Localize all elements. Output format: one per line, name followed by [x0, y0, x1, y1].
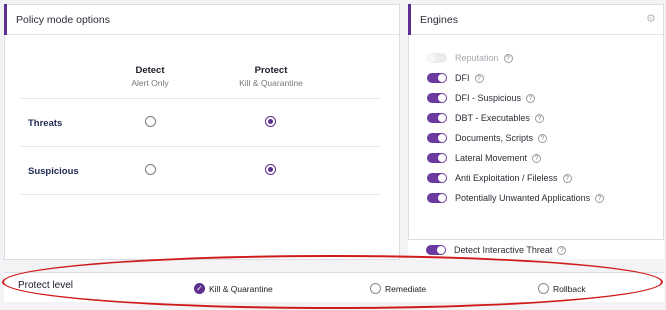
engine-label: Lateral Movement: [455, 153, 528, 163]
help-icon[interactable]: ?: [562, 173, 572, 183]
help-icon[interactable]: ?: [595, 193, 605, 203]
engine-label: Reputation: [455, 53, 499, 63]
help-icon[interactable]: ?: [474, 73, 484, 83]
row-divider: [21, 146, 381, 147]
check-icon: ✓: [194, 283, 205, 294]
protect-option-rollback[interactable]: Rollback: [538, 283, 586, 294]
column-header-detect: Detect Alert Only: [123, 65, 177, 89]
radio-empty-icon: [538, 283, 549, 294]
row-label-threats: Threats: [28, 118, 63, 129]
radio-empty-icon: [370, 283, 381, 294]
engine-item-dfi-suspicious: DFI - Suspicious ?: [427, 91, 536, 105]
engine-toggle[interactable]: [427, 153, 447, 163]
option-label: Kill & Quarantine: [209, 283, 273, 294]
engine-item-anti-exploitation: Anti Exploitation / Fileless ?: [427, 171, 572, 185]
engine-toggle[interactable]: [427, 173, 447, 183]
engines-panel: Engines ⚙ Reputation ? DFI ? DFI - Suspi…: [408, 4, 664, 256]
column-title: Detect: [135, 65, 165, 76]
engine-item-detect-interactive-threat: Detect Interactive Threat ?: [426, 243, 567, 257]
suspicious-detect-radio[interactable]: [145, 164, 156, 175]
policy-mode-panel: Policy mode options Detect Alert Only Pr…: [4, 4, 400, 260]
threats-protect-radio[interactable]: [265, 116, 276, 127]
protect-option-kill-quarantine[interactable]: ✓ Kill & Quarantine: [194, 283, 273, 294]
suspicious-protect-radio[interactable]: [265, 164, 276, 175]
engine-label: DFI - Suspicious: [455, 93, 522, 103]
engine-toggle[interactable]: [427, 73, 447, 83]
engine-item-dbt-executables: DBT - Executables ?: [427, 111, 544, 125]
help-icon[interactable]: ?: [532, 153, 542, 163]
engine-label: DBT - Executables: [455, 113, 530, 123]
engines-footer: Detect Interactive Threat ?: [408, 239, 664, 259]
help-icon[interactable]: ?: [557, 245, 567, 255]
engine-label: DFI: [455, 73, 470, 83]
gear-icon[interactable]: ⚙: [646, 14, 657, 25]
option-label: Rollback: [553, 283, 586, 294]
engine-label: Anti Exploitation / Fileless: [455, 173, 558, 183]
engine-toggle[interactable]: [427, 193, 447, 203]
row-label-suspicious: Suspicious: [28, 166, 79, 177]
protect-level-label: Protect level: [18, 280, 74, 291]
engine-label: Potentially Unwanted Applications: [455, 193, 591, 203]
engine-item-lateral-movement: Lateral Movement ?: [427, 151, 542, 165]
engine-item-dfi: DFI ?: [427, 71, 484, 85]
engine-toggle[interactable]: [426, 245, 446, 255]
row-divider: [21, 194, 381, 195]
column-header-protect: Protect Kill & Quarantine: [231, 65, 311, 89]
column-subtitle: Kill & Quarantine: [239, 78, 303, 88]
engine-label: Detect Interactive Threat: [454, 245, 553, 255]
help-icon[interactable]: ?: [526, 93, 536, 103]
engine-toggle[interactable]: [427, 113, 447, 123]
engine-toggle[interactable]: [427, 93, 447, 103]
threats-detect-radio[interactable]: [145, 116, 156, 127]
help-icon[interactable]: ?: [534, 113, 544, 123]
help-icon[interactable]: ?: [538, 133, 548, 143]
engine-toggle[interactable]: [427, 53, 447, 63]
policy-settings-view: Policy mode options Detect Alert Only Pr…: [0, 0, 666, 310]
engine-label: Documents, Scripts: [455, 133, 534, 143]
policy-mode-title: Policy mode options: [4, 4, 399, 35]
row-divider: [21, 98, 381, 99]
engine-item-pua: Potentially Unwanted Applications ?: [427, 191, 605, 205]
help-icon[interactable]: ?: [503, 53, 513, 63]
option-label: Remediate: [385, 283, 427, 294]
column-subtitle: Alert Only: [131, 78, 169, 88]
engine-toggle[interactable]: [427, 133, 447, 143]
protect-option-remediate[interactable]: Remediate: [370, 283, 426, 294]
engine-item-documents-scripts: Documents, Scripts ?: [427, 131, 548, 145]
column-title: Protect: [254, 65, 288, 76]
engine-item-reputation: Reputation ?: [427, 51, 513, 65]
engines-title: Engines: [408, 4, 663, 35]
